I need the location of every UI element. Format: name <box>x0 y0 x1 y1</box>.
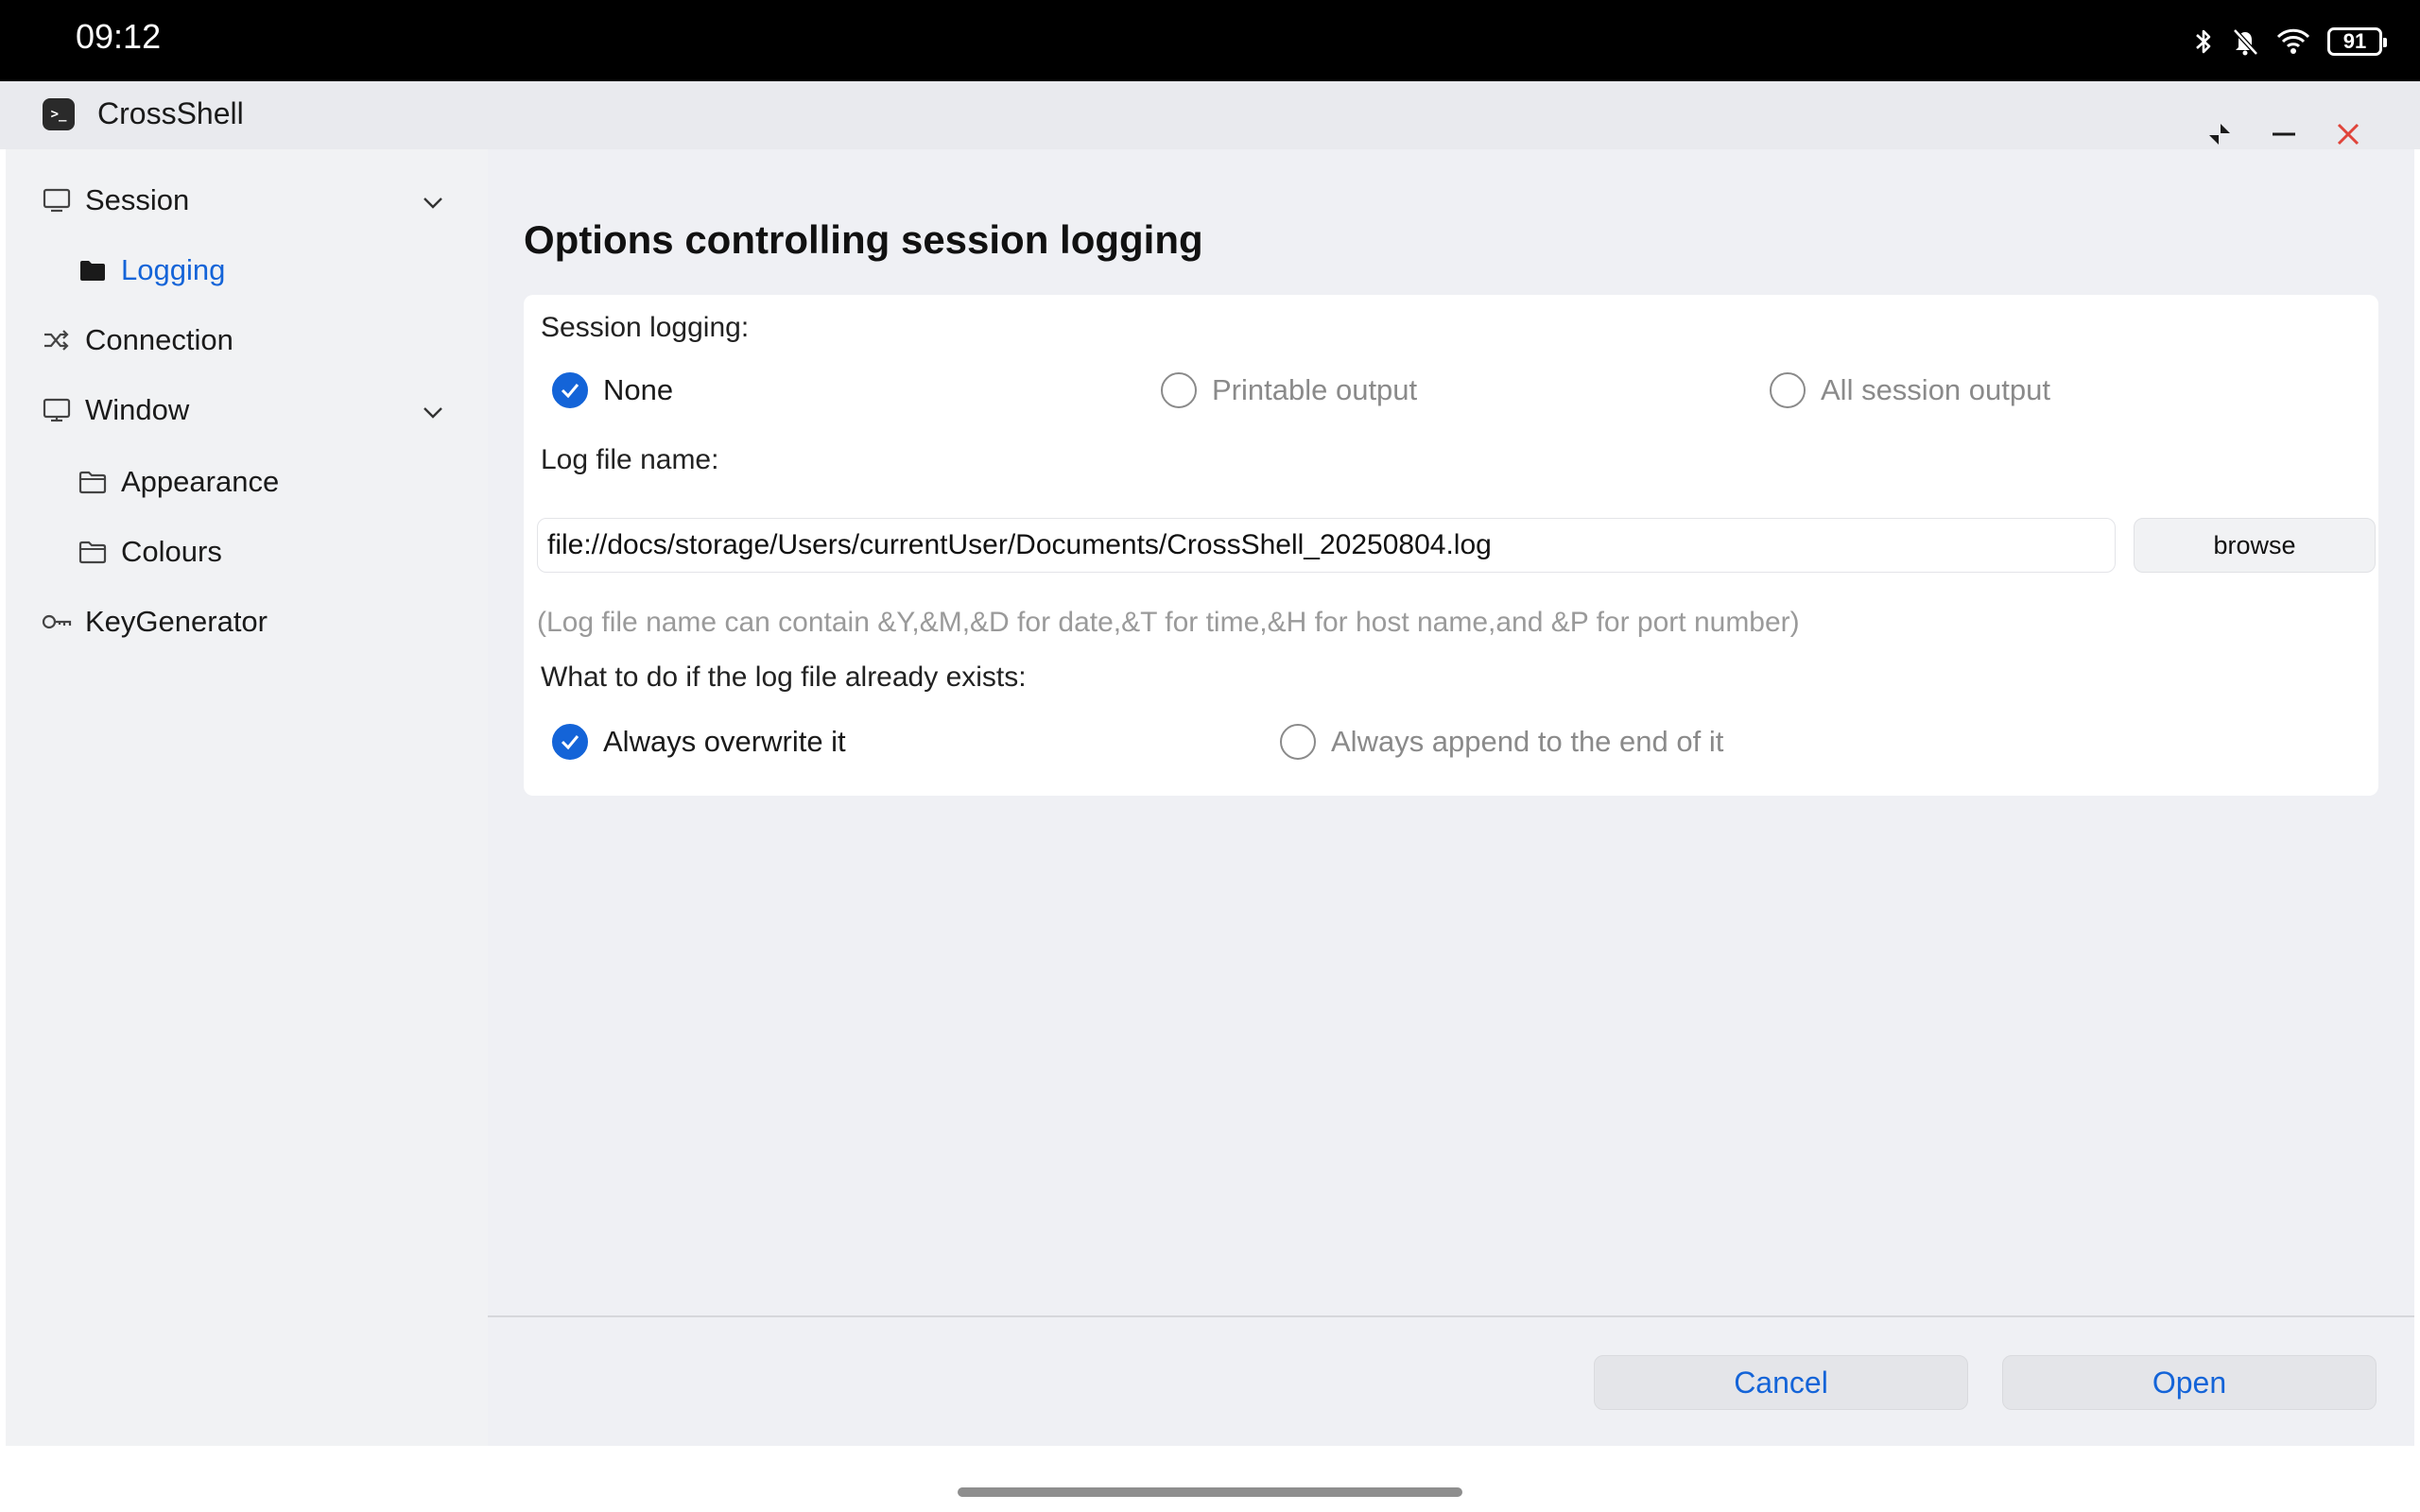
window-collapse-toggle[interactable] <box>416 397 450 431</box>
check-circle-icon <box>552 372 588 408</box>
sidebar: Session Logging Connection Window Appear… <box>6 149 488 1446</box>
wifi-icon <box>2276 27 2310 56</box>
folder-icon <box>78 467 108 497</box>
radio-label: Always append to the end of it <box>1331 725 1724 758</box>
logging-options-card: Session logging: None Printable output A… <box>524 295 2378 796</box>
folder-icon <box>78 537 108 567</box>
radio-all-session-output[interactable]: All session output <box>1770 372 2050 408</box>
sidebar-item-label: Appearance <box>121 465 280 498</box>
sidebar-item-session[interactable]: Session <box>42 183 189 217</box>
chevron-down-icon <box>422 195 444 215</box>
radio-circle-icon <box>1280 724 1316 760</box>
sidebar-item-label: Connection <box>85 323 233 356</box>
sidebar-item-label: Logging <box>121 253 226 286</box>
sidebar-item-connection[interactable]: Connection <box>42 323 233 357</box>
radio-printable-output[interactable]: Printable output <box>1161 372 1417 408</box>
bell-muted-icon <box>2231 26 2259 57</box>
sidebar-item-logging[interactable]: Logging <box>78 253 225 287</box>
session-logging-label: Session logging: <box>541 312 750 343</box>
status-bar: 09:12 91 <box>0 0 2420 81</box>
chevron-down-icon <box>422 404 444 424</box>
minimize-icon <box>2270 120 2298 153</box>
radio-always-append[interactable]: Always append to the end of it <box>1280 724 1723 760</box>
sidebar-item-label: KeyGenerator <box>85 605 268 638</box>
radio-label: Always overwrite it <box>603 725 846 758</box>
battery-level: 91 <box>2342 29 2367 53</box>
window-titlebar: >_ CrossShell <box>0 81 2420 149</box>
monitor-icon <box>42 185 72 215</box>
open-button[interactable]: Open <box>2002 1355 2377 1410</box>
radio-label: None <box>603 373 674 406</box>
log-file-name-input[interactable]: file://docs/storage/Users/currentUser/Do… <box>537 518 2116 573</box>
folder-filled-icon <box>78 255 108 285</box>
status-time: 09:12 <box>76 17 162 56</box>
session-collapse-toggle[interactable] <box>416 187 450 221</box>
sidebar-item-colours[interactable]: Colours <box>78 535 222 569</box>
bottom-area <box>0 1446 2420 1512</box>
page-title: Options controlling session logging <box>524 217 1203 262</box>
close-icon <box>2334 120 2362 153</box>
sidebar-item-keygenerator[interactable]: KeyGenerator <box>42 605 268 639</box>
home-indicator[interactable] <box>958 1487 1462 1497</box>
sidebar-item-label: Colours <box>121 535 222 568</box>
main-panel: Options controlling session logging Sess… <box>488 149 2414 1446</box>
browse-button[interactable]: browse <box>2134 518 2376 573</box>
app-title: CrossShell <box>97 96 244 130</box>
sidebar-item-label: Window <box>85 393 190 426</box>
battery-icon: 91 <box>2327 27 2387 56</box>
restore-icon <box>2205 120 2234 153</box>
radio-label: All session output <box>1821 373 2050 406</box>
bluetooth-icon <box>2193 26 2214 57</box>
file-exists-label: What to do if the log file already exist… <box>541 662 1027 693</box>
status-icons: 91 <box>2193 23 2387 60</box>
sidebar-item-label: Session <box>85 183 190 216</box>
radio-always-overwrite[interactable]: Always overwrite it <box>552 724 846 760</box>
check-circle-icon <box>552 724 588 760</box>
radio-label: Printable output <box>1212 373 1418 406</box>
shuffle-icon <box>42 325 72 355</box>
radio-circle-icon <box>1161 372 1197 408</box>
sidebar-item-window[interactable]: Window <box>42 393 189 427</box>
cancel-button[interactable]: Cancel <box>1594 1355 1968 1410</box>
radio-circle-icon <box>1770 372 1806 408</box>
monitor-icon <box>42 395 72 425</box>
footer-divider <box>488 1315 2414 1317</box>
key-icon <box>42 607 72 637</box>
terminal-app-icon: >_ <box>43 98 75 130</box>
log-file-hint: (Log file name can contain &Y,&M,&D for … <box>537 607 1800 638</box>
log-file-name-label: Log file name: <box>541 444 719 475</box>
sidebar-item-appearance[interactable]: Appearance <box>78 465 279 499</box>
radio-none[interactable]: None <box>552 372 673 408</box>
